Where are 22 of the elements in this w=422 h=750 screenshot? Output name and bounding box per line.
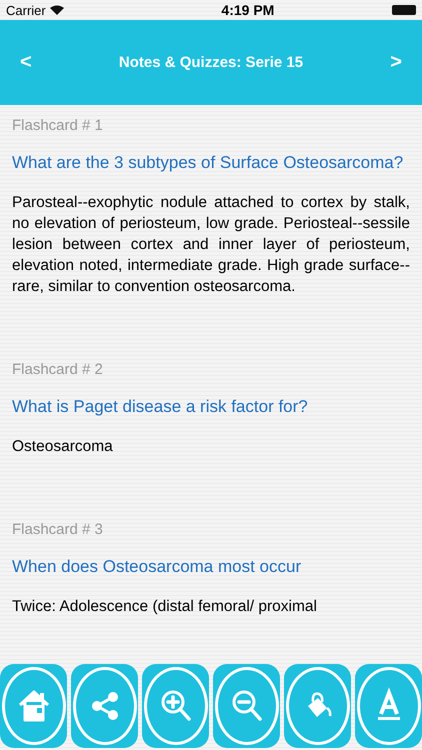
share-button[interactable] bbox=[71, 664, 138, 748]
question-text: When does Osteosarcoma most occur bbox=[12, 556, 302, 578]
zoom-out-button[interactable] bbox=[213, 664, 280, 748]
answer-text: Parosteal--exophytic nodule attached to cortex by stalk, no elevation of periosteum, low grade. Periosteal--sessile lesion between cortex and inner layer of periosteum, elevation noted, intermediate grade. High grade surface--rare, similar to convention osteosarcoma. bbox=[12, 193, 410, 297]
question-text: What is Paget disease a risk factor for? bbox=[12, 396, 309, 418]
paint-button[interactable] bbox=[284, 664, 351, 748]
answer-text: Osteosarcoma bbox=[12, 437, 114, 457]
previous-button[interactable]: < bbox=[16, 51, 36, 74]
wifi-icon bbox=[50, 5, 64, 15]
question-text: What are the 3 subtypes of Surface Osteosarcoma? bbox=[12, 152, 404, 174]
status-time: 4:19 PM bbox=[221, 2, 274, 18]
flashcard-label: Flashcard # 2 bbox=[12, 361, 104, 378]
flashcard-label: Flashcard # 1 bbox=[12, 117, 104, 134]
home-button[interactable] bbox=[0, 664, 67, 748]
zoom-in-button[interactable] bbox=[142, 664, 209, 748]
answer-text: Twice: Adolescence (distal femoral/ proximal bbox=[12, 597, 318, 617]
flashcard-label: Flashcard # 3 bbox=[12, 521, 104, 538]
carrier-label: Carrier bbox=[6, 2, 46, 18]
next-button[interactable]: > bbox=[386, 51, 406, 74]
battery-icon bbox=[392, 5, 416, 15]
font-button[interactable] bbox=[355, 664, 422, 748]
header-title: Notes & Quizzes: Serie 15 bbox=[118, 54, 304, 71]
